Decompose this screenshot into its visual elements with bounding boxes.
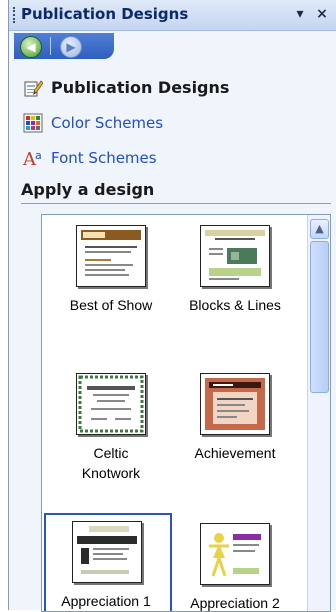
- design-label-best-of-show: Best of Show: [69, 297, 153, 313]
- design-label-line-2: Knotwork: [81, 465, 141, 481]
- design-thumbnail: [72, 521, 142, 583]
- design-thumbnail: [200, 225, 270, 287]
- design-item-appreciation-1[interactable]: Appreciation 1: [44, 513, 172, 611]
- design-label-appreciation-1: Appreciation 1: [61, 593, 151, 609]
- color-grid-icon: [23, 113, 43, 133]
- design-label-celtic-knotwork: Celtic Knotwork: [46, 443, 176, 483]
- design-label-blocks-lines: Blocks & Lines: [189, 297, 281, 313]
- color-schemes-label: Color Schemes: [51, 114, 164, 132]
- color-schemes-link[interactable]: Color Schemes: [23, 111, 323, 137]
- design-item-appreciation-2[interactable]: Appreciation 2: [170, 515, 300, 611]
- forward-button[interactable]: ▶: [60, 36, 82, 58]
- drag-grip-icon[interactable]: [13, 7, 18, 23]
- section-divider: [21, 203, 331, 204]
- design-thumbnail: [200, 523, 270, 585]
- font-icon: A a: [22, 148, 43, 170]
- publication-designs-label: Publication Designs: [51, 78, 230, 97]
- scroll-thumb[interactable]: [310, 241, 329, 393]
- nav-separator: [50, 37, 51, 55]
- design-gallery: Best of Show Blocks & Lines Celtic Knotw…: [41, 214, 331, 612]
- task-pane-nav: ◀ ▶: [9, 31, 336, 63]
- back-button[interactable]: ◀: [20, 36, 42, 58]
- apply-design-heading: Apply a design: [21, 180, 155, 199]
- task-pane-titlebar: Publication Designs ▾ ×: [9, 0, 336, 31]
- close-icon[interactable]: ×: [313, 5, 331, 23]
- publication-designs-link[interactable]: Publication Designs: [23, 76, 323, 102]
- nav-button-group: ◀ ▶: [14, 33, 114, 59]
- font-schemes-link[interactable]: A a Font Schemes: [22, 146, 323, 172]
- scroll-up-icon[interactable]: ▲: [310, 219, 329, 239]
- design-thumbnail: [76, 373, 146, 435]
- dropdown-arrow-icon[interactable]: ▾: [291, 5, 309, 23]
- design-thumbnail: [200, 373, 270, 435]
- task-pane: Publication Designs ▾ × ◀ ▶ Publication …: [8, 0, 336, 612]
- publication-designs-icon: [23, 78, 44, 98]
- back-arrow-icon: ◀: [26, 40, 36, 54]
- gallery-scrollbar[interactable]: ▲: [307, 215, 330, 611]
- design-label-line-1: Celtic: [93, 445, 129, 461]
- design-label-achievement: Achievement: [194, 445, 276, 461]
- task-pane-title: Publication Designs: [21, 5, 189, 23]
- forward-arrow-icon: ▶: [66, 40, 76, 54]
- design-label-appreciation-2: Appreciation 2: [190, 595, 280, 611]
- svg-text:a: a: [35, 149, 42, 162]
- font-schemes-label: Font Schemes: [51, 149, 157, 167]
- design-thumbnail: [76, 225, 146, 287]
